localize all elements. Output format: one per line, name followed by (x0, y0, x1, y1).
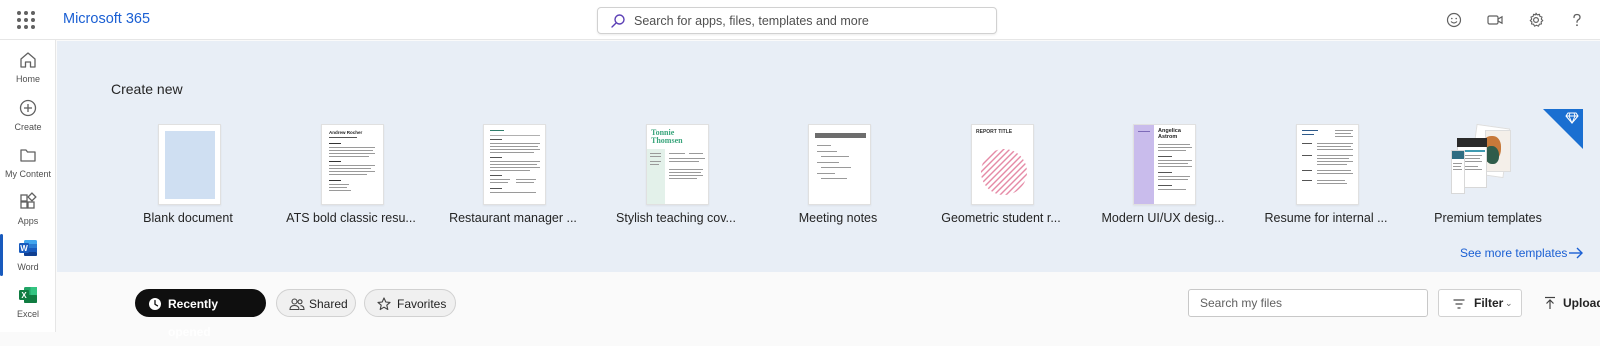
template-card[interactable]: Tonnie Thomsen Stylish teaching cov... (601, 124, 751, 234)
plus-circle-icon (19, 99, 37, 117)
tab-label: Favorites (397, 297, 447, 311)
search-placeholder: Search for apps, files, templates and mo… (634, 14, 869, 28)
thumb-heading: Astrom (1158, 134, 1178, 140)
tab-recently-opened[interactable]: Recently opened (135, 289, 266, 339)
folder-icon (20, 149, 36, 162)
apps-icon (20, 192, 37, 209)
home-icon (20, 52, 36, 68)
people-icon (289, 298, 305, 311)
template-name: Modern UI/UX desig... (1101, 211, 1225, 225)
sidebar-item-label: My Content (4, 169, 52, 179)
sidebar-item-create[interactable]: Create (0, 92, 56, 138)
thumb-heading: REPORT TITLE (976, 129, 1013, 135)
search-my-files-input[interactable]: Search my files (1188, 289, 1428, 317)
word-icon: W (19, 240, 37, 256)
template-card[interactable]: Angelica Astrom Modern UI/UX desig... (1088, 124, 1238, 234)
template-card[interactable]: Meeting notes (763, 124, 913, 234)
tab-favorites[interactable]: Favorites (364, 289, 456, 317)
template-thumbnail (483, 124, 546, 205)
template-name: Premium templates (1434, 211, 1542, 225)
template-thumbnail (158, 124, 221, 205)
clock-icon (149, 298, 161, 310)
thumb-heading: Andrew Rocher (329, 130, 363, 135)
template-thumbnail: Andrew Rocher (321, 124, 384, 205)
sidebar-item-label: Create (14, 122, 42, 132)
main-content: Create new Blank document Andrew Rocher (57, 41, 1600, 339)
upload-button[interactable]: Upload (1539, 289, 1600, 317)
search-box[interactable]: Search for apps, files, templates and mo… (597, 7, 997, 34)
template-card[interactable]: Andrew Rocher ATS bold classic resu... (276, 124, 426, 234)
template-thumbnail: Tonnie Thomsen (646, 124, 709, 205)
template-card[interactable]: REPORT TITLE Geometric student r... (926, 124, 1076, 234)
excel-icon: X (19, 287, 37, 303)
see-more-label: See more templates (1460, 246, 1568, 260)
brand-title[interactable]: Microsoft 365 (63, 11, 150, 27)
sidebar-item-apps[interactable]: Apps (0, 186, 56, 232)
svg-text:X: X (21, 291, 27, 300)
template-card[interactable]: Resume for internal ... (1251, 124, 1401, 234)
template-card[interactable]: Premium templates (1413, 123, 1563, 234)
arrow-right-icon (1569, 247, 1583, 259)
sidebar-item-label: Word (17, 262, 39, 272)
sidebar-item-home[interactable]: Home (0, 44, 56, 90)
template-thumbnail (808, 124, 871, 205)
tab-label: Shared (309, 297, 348, 311)
template-card[interactable]: Restaurant manager ... (438, 124, 588, 234)
sidebar-item-label: Excel (16, 309, 39, 319)
top-bar: Microsoft 365 Search for apps, files, te… (0, 0, 1600, 40)
section-title: Create new (111, 81, 183, 97)
sidebar-item-word[interactable]: W Word (0, 232, 56, 278)
chevron-down-icon: ⌄ (1505, 298, 1513, 308)
app-launcher-icon[interactable] (17, 11, 35, 29)
search-icon (611, 14, 625, 28)
template-name: Stylish teaching cov... (616, 211, 736, 225)
sidebar-item-my-content[interactable]: My Content (0, 139, 56, 185)
template-name: Blank document (143, 211, 233, 225)
template-name: Restaurant manager ... (449, 211, 577, 225)
upload-label: Upload (1563, 296, 1600, 310)
sidebar-item-label: Home (15, 74, 40, 84)
template-name: Geometric student r... (941, 211, 1061, 225)
file-search-placeholder: Search my files (1200, 296, 1283, 310)
template-name: ATS bold classic resu... (286, 211, 416, 225)
template-name: Meeting notes (798, 211, 878, 225)
upload-icon (1545, 296, 1555, 309)
svg-text:W: W (20, 244, 28, 253)
help-icon[interactable] (1568, 11, 1586, 29)
template-thumbnail: REPORT TITLE (971, 124, 1034, 205)
template-thumbnail (1296, 124, 1359, 205)
sidebar-item-label: Apps (17, 216, 39, 226)
video-icon[interactable] (1486, 11, 1504, 29)
filter-icon (1453, 299, 1465, 309)
template-card[interactable]: Blank document (113, 124, 263, 234)
see-more-templates-link[interactable]: See more templates (1460, 246, 1583, 260)
tab-shared[interactable]: Shared (276, 289, 356, 317)
template-thumbnail: Angelica Astrom (1133, 124, 1196, 205)
left-navigation: Home Create My Content Apps W Word X Exc… (0, 40, 56, 332)
template-name: Resume for internal ... (1264, 211, 1388, 225)
diamond-icon (1565, 112, 1579, 124)
sidebar-item-excel[interactable]: X Excel (0, 279, 56, 325)
star-icon (377, 297, 391, 311)
filter-button[interactable]: Filter ⌄ (1438, 289, 1522, 317)
create-new-section: Create new Blank document Andrew Rocher (57, 41, 1600, 272)
thumb-heading: Thomsen (651, 136, 683, 145)
gear-icon[interactable] (1527, 11, 1545, 29)
smiley-icon[interactable] (1445, 11, 1463, 29)
template-thumbnail (1451, 123, 1529, 205)
filter-label: Filter (1474, 296, 1504, 310)
